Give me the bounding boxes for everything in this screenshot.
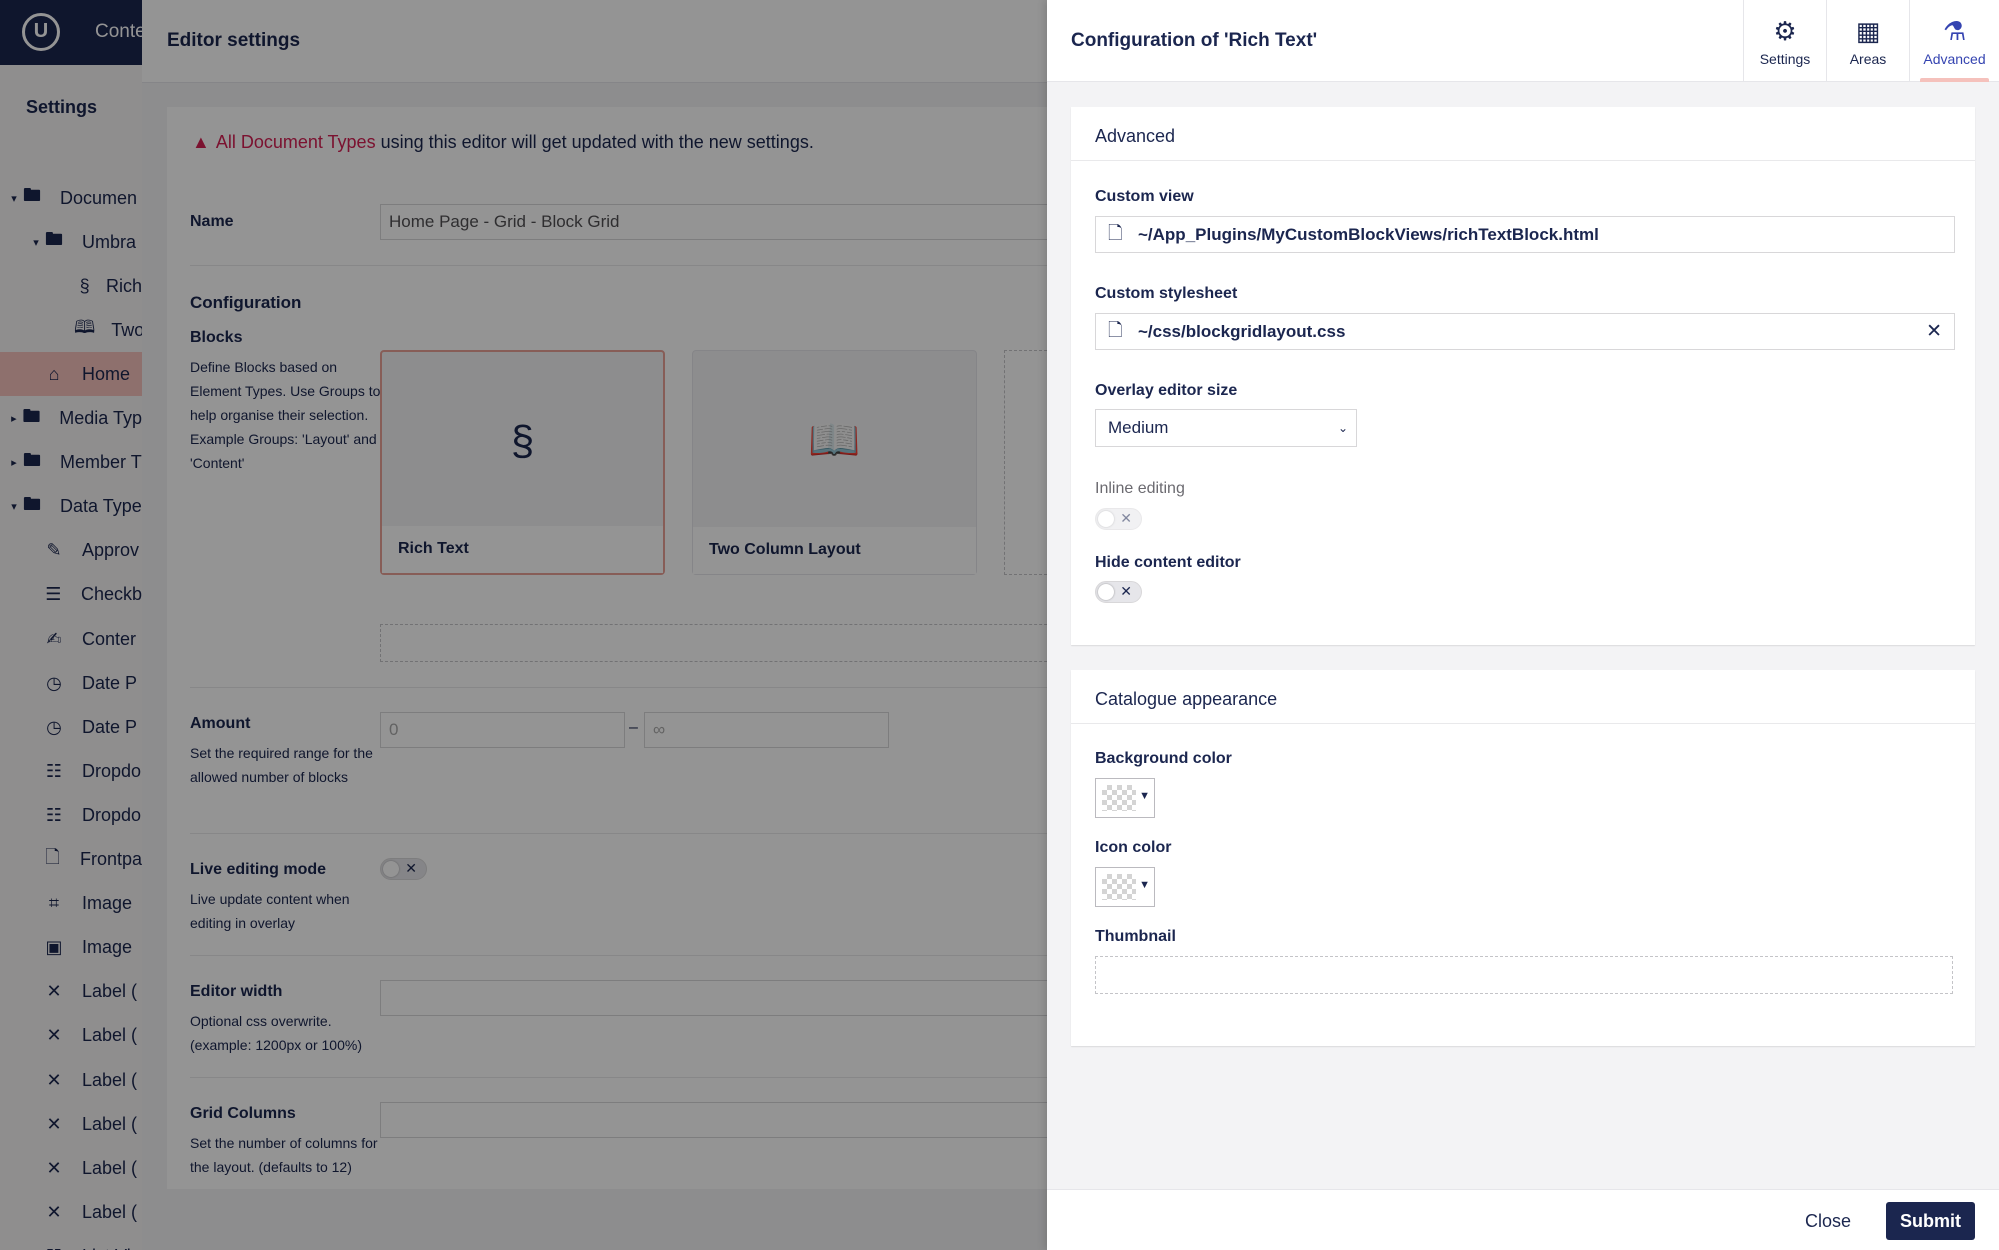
configuration-header: Configuration of 'Rich Text' ⚙ Settings …: [1047, 0, 1999, 82]
close-icon: ✕: [1120, 510, 1132, 526]
close-icon: ✕: [1120, 583, 1132, 599]
custom-stylesheet-label: Custom stylesheet: [1095, 285, 1238, 302]
chevron-down-icon: ⌄: [1337, 421, 1348, 435]
tab-label: Settings: [1759, 51, 1811, 67]
configuration-title: Configuration of 'Rich Text': [1071, 30, 1318, 51]
inline-editing-toggle[interactable]: ✕: [1095, 508, 1142, 530]
advanced-card: Advanced Custom view 🗋 ~/App_Plugins/MyC…: [1071, 107, 1975, 645]
close-button[interactable]: Close: [1797, 1204, 1859, 1238]
overlay-editor-size-select[interactable]: Medium ⌄: [1095, 409, 1357, 447]
thumbnail-label: Thumbnail: [1095, 928, 1176, 945]
gear-icon: ⚙: [1773, 16, 1797, 46]
catalogue-appearance-card: Catalogue appearance Background color ▼ …: [1071, 670, 1975, 1046]
tab-settings[interactable]: ⚙ Settings: [1743, 0, 1826, 82]
background-color-label: Background color: [1095, 750, 1232, 767]
icon-color-label: Icon color: [1095, 839, 1172, 856]
overlay-editor-size-label: Overlay editor size: [1095, 382, 1238, 399]
catalogue-appearance-heading: Catalogue appearance: [1071, 670, 1975, 724]
custom-view-value: ~/App_Plugins/MyCustomBlockViews/richTex…: [1138, 225, 1599, 244]
inline-editing-label: Inline editing: [1095, 480, 1185, 497]
block-configuration-panel: Configuration of 'Rich Text' ⚙ Settings …: [1047, 0, 1999, 1250]
icon-color-picker[interactable]: ▼: [1095, 867, 1155, 907]
chevron-down-icon: ▼: [1139, 879, 1150, 891]
custom-view-label: Custom view: [1095, 188, 1194, 205]
file-icon: 🗋: [1108, 320, 1123, 340]
tab-advanced[interactable]: ⚗ Advanced: [1909, 0, 1999, 82]
overlay-editor-size-value: Medium: [1108, 418, 1169, 437]
toggle-knob: [1098, 584, 1114, 600]
configuration-footer: Close Submit: [1047, 1189, 1999, 1250]
hide-content-editor-label: Hide content editor: [1095, 554, 1241, 571]
tab-label: Areas: [1849, 51, 1887, 67]
transparent-swatch: [1102, 785, 1136, 811]
tab-label: Advanced: [1923, 51, 1986, 67]
flask-icon: ⚗: [1942, 16, 1967, 46]
background-color-picker[interactable]: ▼: [1095, 778, 1155, 818]
file-icon: 🗋: [1108, 223, 1123, 243]
custom-stylesheet-input[interactable]: 🗋 ~/css/blockgridlayout.css ✕: [1095, 313, 1955, 350]
chevron-down-icon: ▼: [1139, 790, 1150, 802]
advanced-heading: Advanced: [1071, 107, 1975, 161]
editor-backdrop-overlay: [142, 0, 1047, 1250]
clear-stylesheet-icon[interactable]: ✕: [1926, 314, 1942, 349]
thumbnail-dropzone[interactable]: [1095, 956, 1953, 994]
layout-icon: ▦: [1855, 16, 1881, 46]
custom-stylesheet-value: ~/css/blockgridlayout.css: [1138, 322, 1346, 341]
toggle-knob: [1098, 511, 1114, 527]
custom-view-input[interactable]: 🗋 ~/App_Plugins/MyCustomBlockViews/richT…: [1095, 216, 1955, 253]
hide-content-editor-toggle[interactable]: ✕: [1095, 581, 1142, 603]
submit-button[interactable]: Submit: [1886, 1202, 1975, 1240]
tab-areas[interactable]: ▦ Areas: [1826, 0, 1909, 82]
transparent-swatch: [1102, 874, 1136, 900]
